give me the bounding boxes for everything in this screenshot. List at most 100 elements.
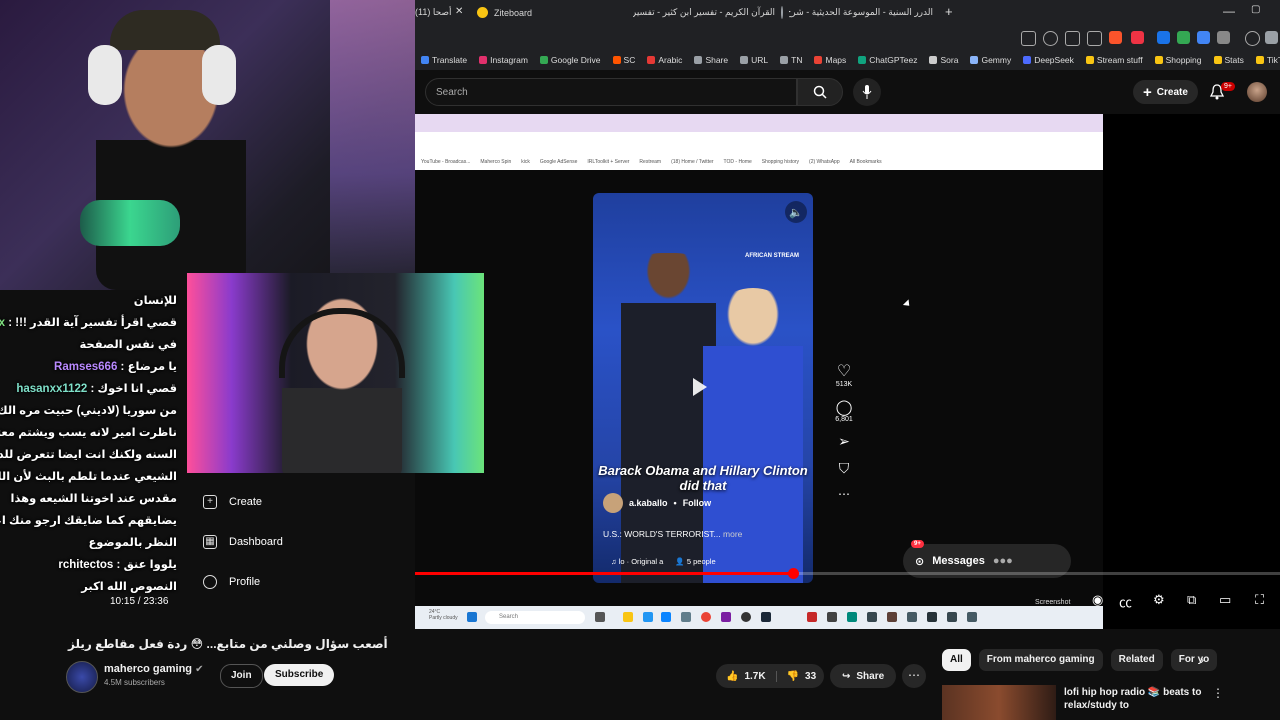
chat-message: الشيعي عندما تلطم بالبث لأن اللطم [0,466,187,488]
more-actions-button[interactable]: ⋯ [902,664,926,688]
share-button[interactable]: ↪ Share [830,664,897,688]
like-button[interactable]: 👍 1.7K [716,670,777,682]
miniplayer-icon[interactable]: ⧉ [1187,592,1196,608]
cast-icon[interactable] [1021,31,1036,46]
captured-bookmarks: YouTube - Broadcas... Maherco Spin kick Goo… [415,154,1103,170]
audio-label: lo · Original a [618,557,664,566]
bookmark-item[interactable]: Gemmy [964,55,1017,65]
maximize-icon[interactable]: ▢ [1251,4,1260,15]
filter-chip[interactable]: All [942,649,971,671]
settings-gear-icon[interactable]: ⚙ [1153,592,1165,608]
obs-icon [741,612,751,622]
search-button[interactable] [797,78,843,106]
tab-quran[interactable]: القرآن الكريم - تفسير ابن كثير - تفسير [633,0,783,25]
reel-audio: ♫ lo · Original a 👤 5 people [611,557,716,566]
bookmark-item[interactable]: Shopping [1149,55,1208,65]
play-circle-icon[interactable]: ◉ [1092,592,1103,608]
rewards-icon[interactable] [1131,31,1144,44]
avatar-stack: ●●● [992,555,1013,567]
more-vert-icon[interactable]: ⋮ [1212,686,1224,700]
messenger-icon: ⊙ [915,555,925,568]
extension-icon[interactable] [1197,31,1210,44]
bookmark-item[interactable]: Arabic [641,55,688,65]
media-icon[interactable] [1245,31,1260,46]
chat-text: النظر بالموضوع [88,537,177,549]
new-tab-button[interactable]: + [945,4,953,19]
bookmark-item[interactable]: TN [774,55,808,65]
microphone-prop [80,200,180,246]
notification-badge: 9+ [1221,82,1235,91]
voice-search-button[interactable] [853,78,881,106]
bookmark-item[interactable]: Share [688,55,734,65]
bookmark-item[interactable]: TikTok [1250,55,1280,65]
background-light [330,0,415,290]
recommended-thumbnail[interactable] [942,685,1056,720]
chat-text: في نفس الصفحة [79,339,177,351]
create-button[interactable]: + Create [1133,80,1198,104]
avatar[interactable] [1247,82,1267,102]
captured-bookmark: YouTube - Broadcas... [421,159,471,165]
menu-item-profile[interactable]: Profile [203,575,260,589]
profile-icon[interactable] [1265,31,1278,44]
extension-icon[interactable] [1177,31,1190,44]
bookmark-label: ChatGPTeez [869,55,918,65]
bookmark-item[interactable]: Google Drive [534,55,607,65]
tab-dorar[interactable]: الدرر السنية - الموسوعة الحديثية - شرح [789,0,939,25]
chat-message: من سوريا (لاديني) حبيت مره الك ما [0,400,187,422]
chat-username: Ramses666 [54,361,118,373]
tab-ziteboard[interactable]: Ziteboard [477,0,627,25]
folder-icon [623,612,633,622]
volume-icon: 🔈 [785,201,807,223]
filter-chip[interactable]: Related [1110,649,1163,671]
filter-chip[interactable]: For yo [1170,649,1218,671]
minimize-icon[interactable]: — [1223,4,1235,18]
bookmark-item[interactable]: DeepSeek [1017,55,1080,65]
fullscreen-icon[interactable]: ⛶ [1255,592,1264,608]
bookmark-item[interactable]: SC [607,55,642,65]
bookmark-item[interactable]: Translate [415,55,473,65]
close-tab-icon[interactable]: ✕ [455,6,463,17]
bookmark-item[interactable]: Sora [923,55,964,65]
progress-scrubber[interactable] [788,568,799,579]
extension-icon[interactable] [1157,31,1170,44]
bookmark-item[interactable]: ChatGPTeez [852,55,923,65]
bookmark-icon [740,56,749,64]
search-input[interactable]: Search [425,78,797,106]
instagram-reel: 🔈 AFRICAN STREAM Barack Obama and Hillar… [593,193,813,583]
bookmark-label: Gemmy [981,55,1012,65]
bookmark-item[interactable]: Instagram [473,55,534,65]
author-avatar [603,493,623,513]
app-icon [947,612,957,622]
zoom-icon[interactable] [1043,31,1058,46]
channel-avatar[interactable] [66,661,98,693]
bookmark-item[interactable]: Stats [1208,55,1250,65]
dislike-button[interactable]: 👎 33 [777,671,827,682]
extension-icon[interactable] [1217,31,1230,44]
bookmark-item[interactable]: URL [734,55,774,65]
likes-count: 513K [835,381,853,388]
join-button[interactable]: Join [220,664,263,688]
comments-count: 6,801 [835,416,853,423]
video-player[interactable]: YouTube - Broadcas... Maherco Spin kick Goo… [415,114,1280,629]
bookmark-star-icon[interactable] [1087,31,1102,46]
chat-message: ناظرت امير لانه يسب ويشتم معتقدات [0,422,187,444]
menu-item-dashboard[interactable]: ▦ Dashboard [203,535,283,549]
bookmark-icon [1154,56,1163,64]
menu-item-create[interactable]: + Create [203,495,262,509]
theater-mode-icon[interactable]: ▭ [1219,592,1231,608]
bookmark-item[interactable]: Maps [808,55,852,65]
filter-chip[interactable]: From maherco gaming [978,649,1103,671]
chat-message: قصي انا اخوك : hasanxx1122 [16,383,177,395]
recommended-title[interactable]: lofi hip hop radio 📚 beats to relax/stud… [1064,686,1204,712]
subscribe-button[interactable]: Subscribe [264,664,335,686]
channel-name[interactable]: maherco gaming ✔ [104,663,203,675]
chat-message: للإنسان [0,290,187,312]
captions-icon[interactable]: ㏄ [1119,592,1132,611]
bookmark-item[interactable]: Stream stuff [1080,55,1149,65]
steam-icon [761,612,771,622]
chat-text: الشيعي عندما تلطم بالبث لأن اللطم [0,471,177,483]
browser-tab-bar: (11) أصحا ✕ Ziteboard القرآن الكريم - تف… [415,0,1280,25]
chevron-right-icon[interactable]: › [1200,653,1204,667]
share-page-icon[interactable] [1065,31,1080,46]
brave-icon[interactable] [1109,31,1122,44]
